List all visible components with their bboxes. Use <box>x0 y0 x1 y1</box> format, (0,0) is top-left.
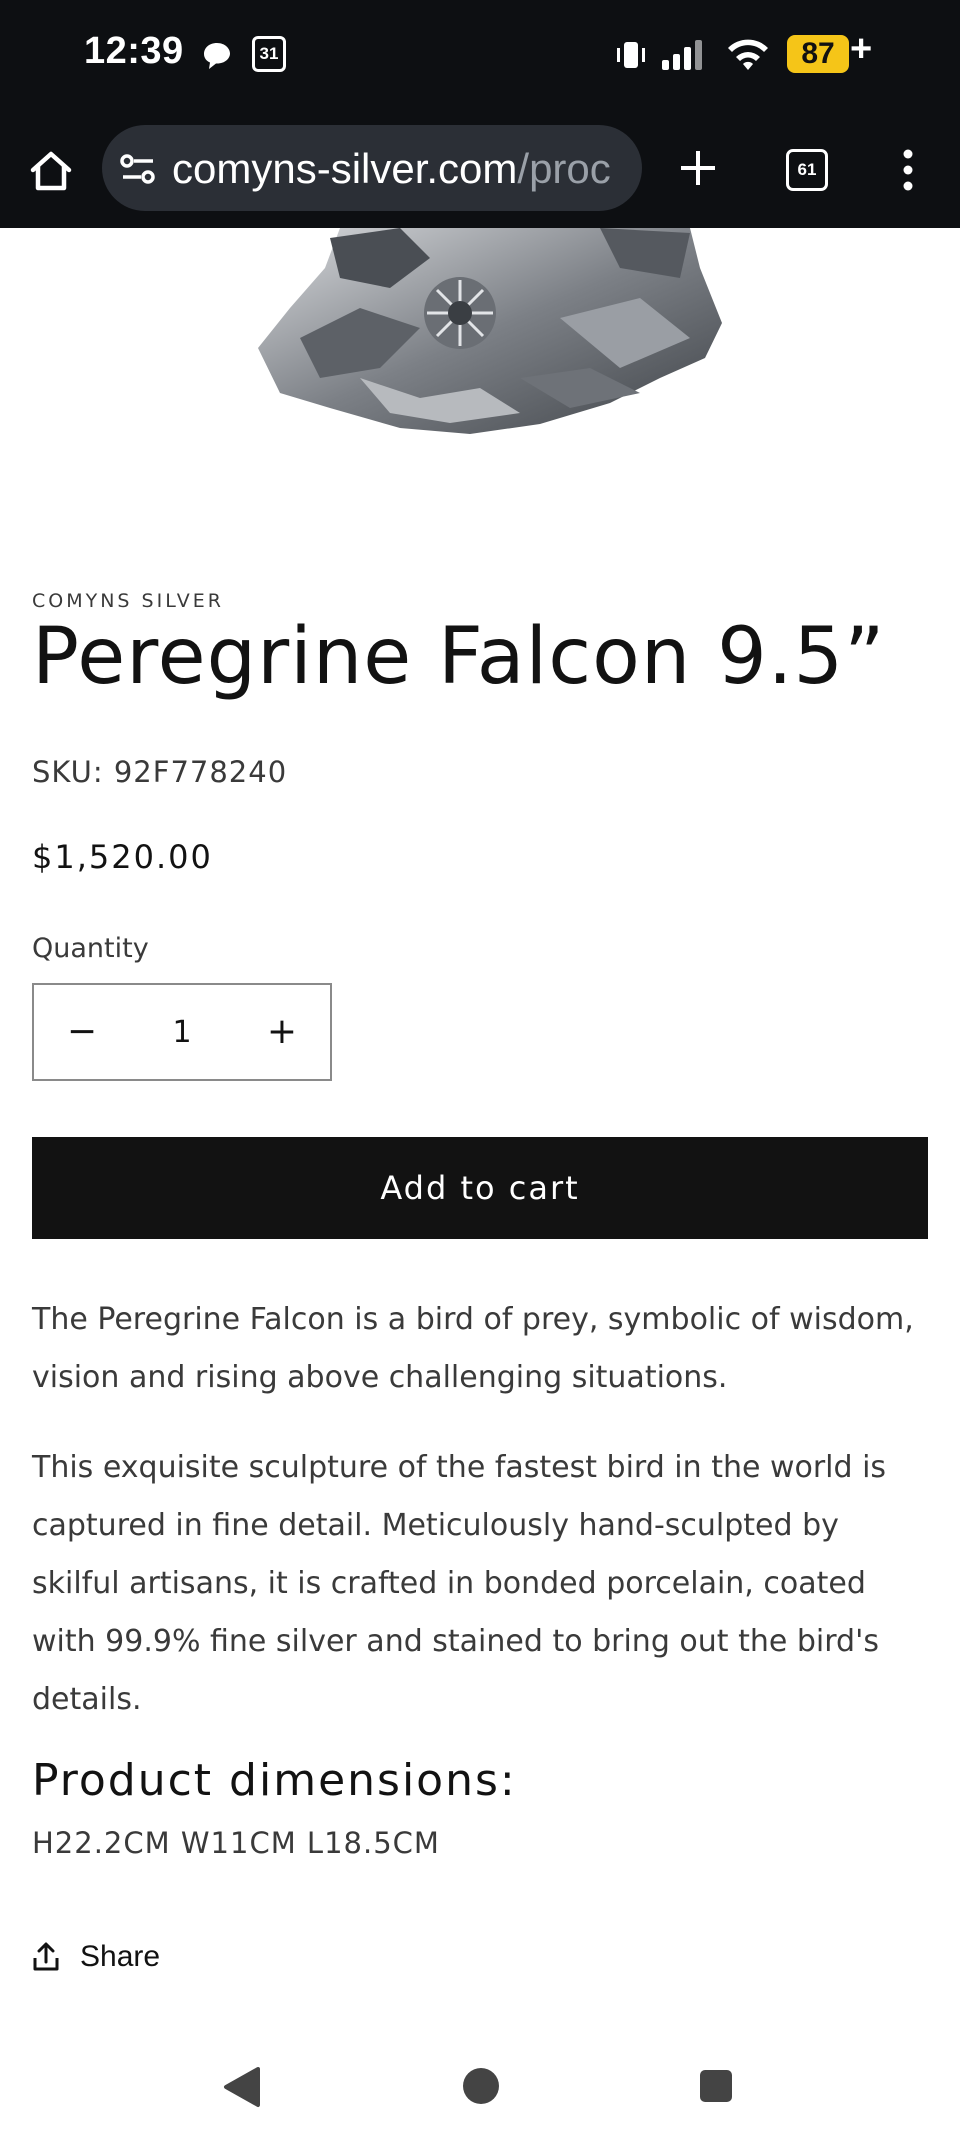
site-settings-icon[interactable] <box>120 153 156 185</box>
vibrate-icon <box>617 42 645 68</box>
quantity-stepper: − + <box>32 983 332 1081</box>
wifi-icon <box>728 39 768 70</box>
url-text[interactable]: comyns-silver.com/proc <box>172 145 611 193</box>
tab-count: 61 <box>797 160 817 179</box>
battery-level: 87 <box>801 37 835 70</box>
product-price: $1,520.00 <box>32 838 213 876</box>
url-host: comyns-silver.com <box>172 145 518 192</box>
status-time: 12:39 <box>84 30 184 72</box>
new-tab-icon[interactable] <box>678 148 718 188</box>
back-icon[interactable] <box>222 2066 262 2108</box>
url-path: /proc <box>517 145 611 192</box>
quantity-increase-button[interactable]: + <box>234 985 330 1079</box>
share-button[interactable]: Share <box>32 1935 160 1979</box>
chat-bubble-icon <box>204 43 230 69</box>
quantity-decrease-button[interactable]: − <box>34 985 130 1079</box>
product-vendor: COMYNS SILVER <box>32 590 224 612</box>
battery-icon: 87 <box>787 35 849 73</box>
product-title: Peregrine Falcon 9.5” <box>32 612 886 702</box>
product-description-2: This exquisite sculpture of the fastest … <box>32 1450 887 1717</box>
address-bar[interactable]: comyns-silver.com/proc <box>102 125 642 211</box>
product-sku: SKU: 92F778240 <box>32 755 288 789</box>
charging-indicator: + <box>850 28 873 70</box>
quantity-input[interactable] <box>130 985 234 1079</box>
share-icon <box>33 1942 59 1971</box>
product-image[interactable] <box>0 228 960 458</box>
quantity-label: Quantity <box>32 933 149 964</box>
recents-icon[interactable] <box>698 2068 734 2104</box>
add-to-cart-button[interactable]: Add to cart <box>32 1137 928 1239</box>
more-menu-icon[interactable] <box>898 148 918 192</box>
status-bar: 12:39 31 87 + <box>0 0 960 112</box>
signal-icon <box>662 40 702 70</box>
calendar-day: 31 <box>259 44 279 63</box>
dimensions-value: H22.2CM W11CM L18.5CM <box>32 1826 440 1860</box>
product-description-1: The Peregrine Falcon is a bird of prey, … <box>32 1302 914 1395</box>
home-button-icon[interactable] <box>461 2066 501 2106</box>
share-label: Share <box>80 1940 161 1973</box>
browser-toolbar: comyns-silver.com/proc 61 <box>0 112 960 228</box>
calendar-icon: 31 <box>252 36 286 72</box>
home-icon[interactable] <box>28 148 74 194</box>
tab-switcher-button[interactable]: 61 <box>786 149 828 191</box>
system-navigation-bar <box>0 2040 960 2137</box>
dimensions-heading: Product dimensions: <box>32 1755 517 1806</box>
